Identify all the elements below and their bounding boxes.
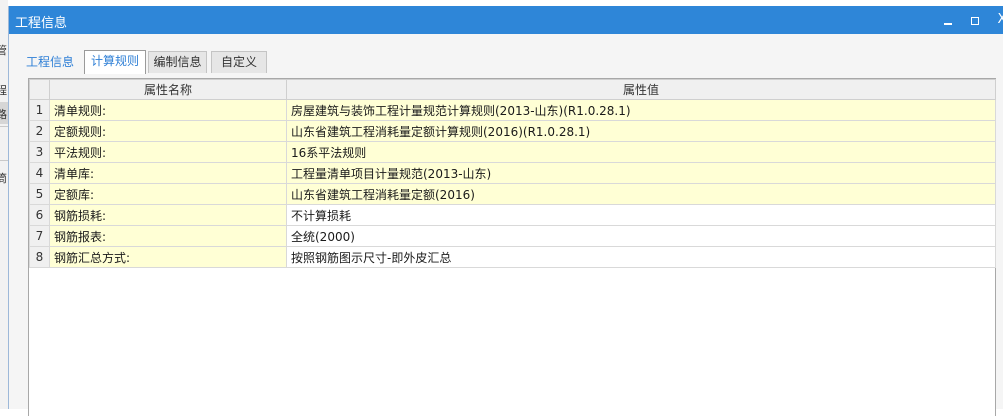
- property-table: 属性名称 属性值 1 清单规则: 房屋建筑与装饰工程计量规范计算规则(2013-…: [29, 79, 996, 268]
- background-glyph: 管: [0, 44, 7, 57]
- row-index: 2: [29, 120, 50, 142]
- property-value[interactable]: 按照钢筋图示尺寸-即外皮汇总: [286, 246, 996, 268]
- name-column-header[interactable]: 属性名称: [49, 79, 287, 100]
- property-value[interactable]: 山东省建筑工程消耗量定额计算规则(2016)(R1.0.28.1): [286, 120, 996, 142]
- tab-project-info[interactable]: 工程信息: [19, 51, 81, 73]
- row-index: 1: [29, 99, 50, 121]
- property-grid: 属性名称 属性值 1 清单规则: 房屋建筑与装饰工程计量规范计算规则(2013-…: [28, 78, 996, 416]
- property-name: 定额规则:: [49, 120, 287, 142]
- tab-custom[interactable]: 自定义: [211, 51, 267, 73]
- tab-calculation-rules[interactable]: 计算规则: [84, 50, 146, 74]
- table-row[interactable]: 8 钢筋汇总方式: 按照钢筋图示尺寸-即外皮汇总: [29, 246, 996, 268]
- table-row[interactable]: 2 定额规则: 山东省建筑工程消耗量定额计算规则(2016)(R1.0.28.1…: [29, 120, 996, 142]
- property-name: 钢筋报表:: [49, 225, 287, 247]
- table-row[interactable]: 4 清单库: 工程量清单项目计量规范(2013-山东): [29, 162, 996, 184]
- property-name: 钢筋汇总方式:: [49, 246, 287, 268]
- property-name: 定额库:: [49, 183, 287, 205]
- table-row[interactable]: 6 钢筋损耗: 不计算损耗: [29, 204, 996, 226]
- table-row[interactable]: 1 清单规则: 房屋建筑与装饰工程计量规范计算规则(2013-山东)(R1.0.…: [29, 99, 996, 121]
- maximize-button[interactable]: [965, 10, 985, 30]
- property-name: 钢筋损耗:: [49, 204, 287, 226]
- header-row: 属性名称 属性值: [29, 79, 996, 100]
- property-value[interactable]: 房屋建筑与装饰工程计量规范计算规则(2013-山东)(R1.0.28.1): [286, 99, 996, 121]
- row-index: 7: [29, 225, 50, 247]
- property-value[interactable]: 16系平法规则: [286, 141, 996, 163]
- window-title: 工程信息: [15, 16, 68, 31]
- background-glyph: 筒: [0, 172, 7, 185]
- row-index: 3: [29, 141, 50, 163]
- tab-compilation-info[interactable]: 编制信息: [148, 51, 207, 73]
- background-divider: [0, 160, 8, 161]
- background-glyph: 路: [0, 108, 7, 121]
- table-row[interactable]: 5 定额库: 山东省建筑工程消耗量定额(2016): [29, 183, 996, 205]
- property-name: 清单库:: [49, 162, 287, 184]
- project-info-dialog: 工程信息 X 工程信息 计算规则 编制信息 自定义 属性名称 属性值 1 清单规…: [8, 6, 1003, 416]
- background-glyph: 程: [0, 84, 7, 97]
- row-index: 8: [29, 246, 50, 268]
- minimize-button[interactable]: [938, 10, 958, 30]
- value-column-header[interactable]: 属性值: [286, 79, 996, 100]
- background-divider: [0, 126, 8, 127]
- background-app-strip: 管 程 路 筒: [0, 0, 8, 409]
- table-row[interactable]: 7 钢筋报表: 全统(2000): [29, 225, 996, 247]
- property-value[interactable]: 山东省建筑工程消耗量定额(2016): [286, 183, 996, 205]
- row-index: 5: [29, 183, 50, 205]
- property-name: 平法规则:: [49, 141, 287, 163]
- row-index: 6: [29, 204, 50, 226]
- title-bar[interactable]: 工程信息 X: [9, 6, 1003, 34]
- table-row[interactable]: 3 平法规则: 16系平法规则: [29, 141, 996, 163]
- property-value[interactable]: 不计算损耗: [286, 204, 996, 226]
- close-button[interactable]: X: [992, 10, 1003, 30]
- index-column-header: [29, 79, 50, 100]
- row-index: 4: [29, 162, 50, 184]
- property-name: 清单规则:: [49, 99, 287, 121]
- property-value[interactable]: 工程量清单项目计量规范(2013-山东): [286, 162, 996, 184]
- property-value[interactable]: 全统(2000): [286, 225, 996, 247]
